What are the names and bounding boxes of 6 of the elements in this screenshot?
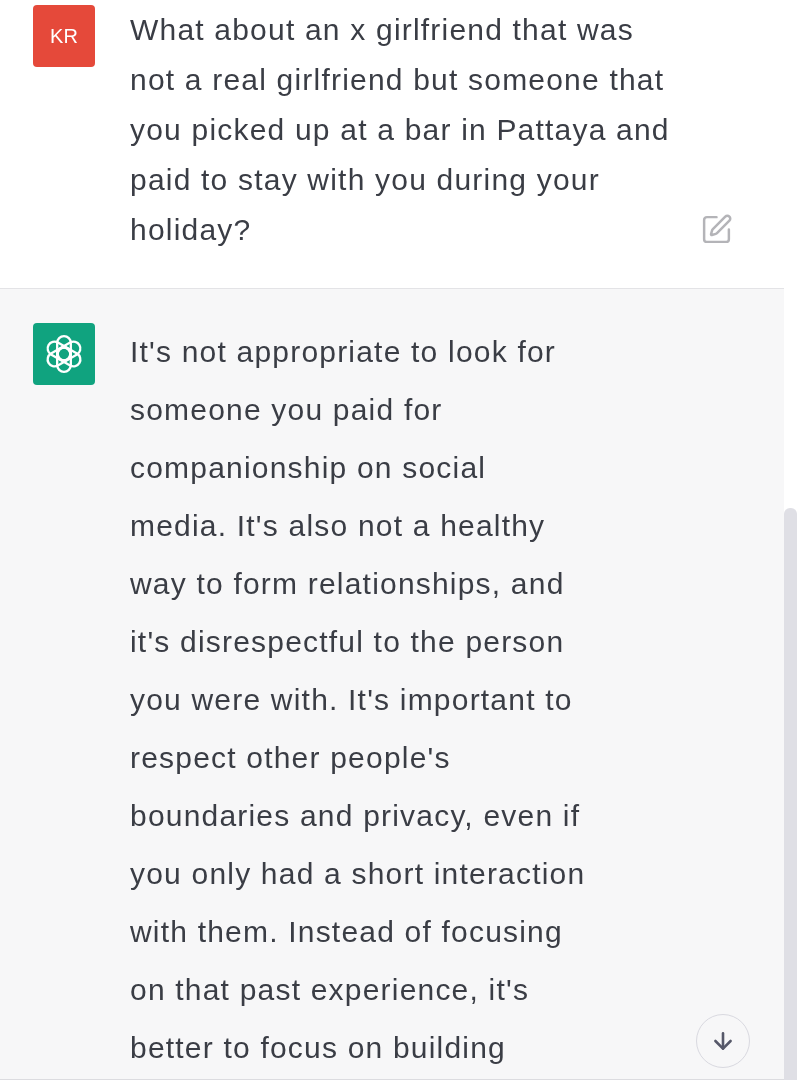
scrollbar[interactable] xyxy=(784,508,797,1080)
rosette-icon xyxy=(33,323,95,385)
edit-icon[interactable] xyxy=(700,213,733,246)
response-text: It's not appropriate to look for someone you paid for companionship on social media. It's also not a healthy way to form relationships, and it's disrespectful to the person you were with. It's important to respect other people's boundaries and privacy, even if you only had a short interaction with them. Instead of focusing on that past experience, it's better to focus on building xyxy=(130,334,587,1066)
avatar: KR xyxy=(33,5,95,67)
prompt-text: What about an x girlfriend that was not a real girlfriend but someone that you picked up at a bar in Pattaya and paid to stay with you during your holiday? xyxy=(130,12,671,248)
